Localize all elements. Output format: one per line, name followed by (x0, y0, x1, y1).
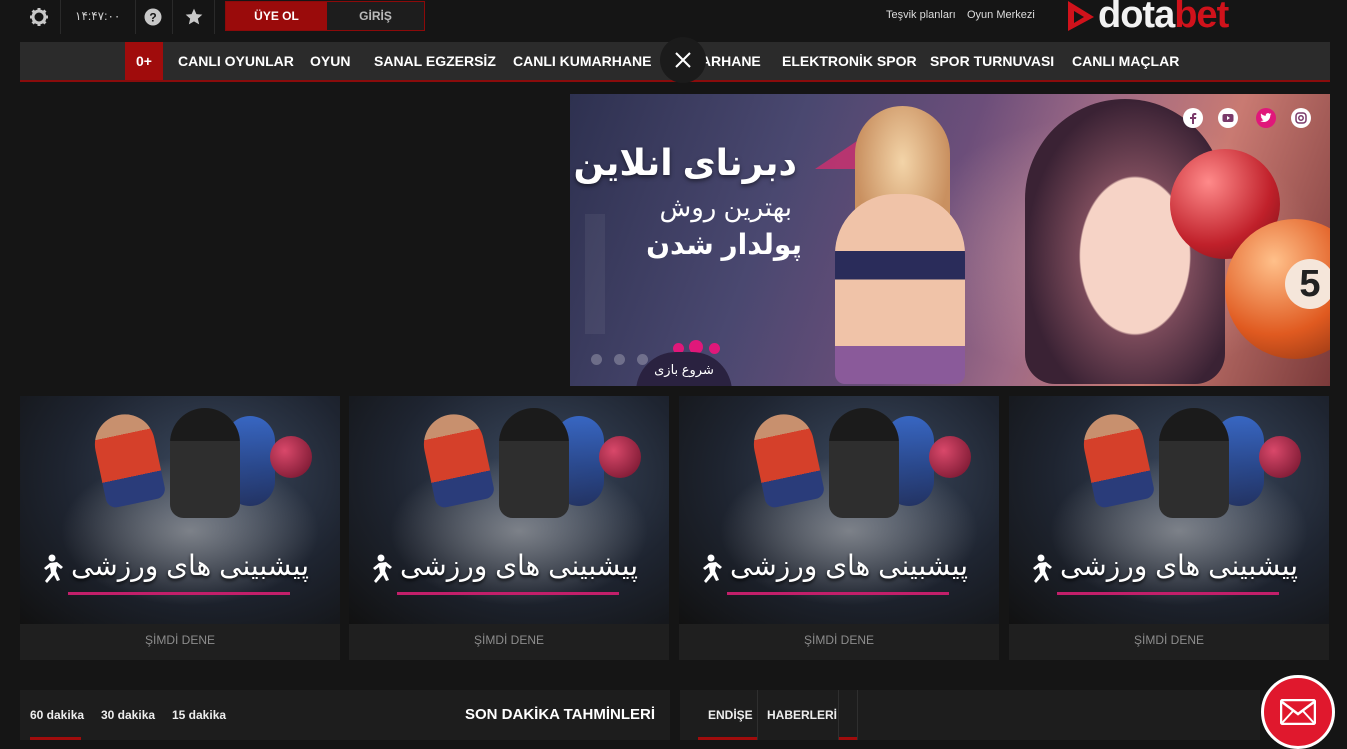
card-underline (1057, 592, 1279, 595)
twitter-icon[interactable] (1256, 108, 1276, 128)
tab-60-min[interactable]: 60 dakika (30, 708, 84, 722)
tab-15-min[interactable]: 15 dakika (172, 708, 226, 722)
card-title: پیشبینی های ورزشی (729, 550, 969, 581)
predictions-title: SON DAKİKA TAHMİNLERİ (465, 706, 655, 723)
card-image: پیشبینی های ورزشی (349, 396, 669, 624)
logo-text-dota: dota (1098, 0, 1175, 36)
tab-news[interactable]: HABERLERİ (767, 708, 837, 722)
close-button[interactable] (660, 37, 706, 83)
instagram-icon[interactable] (1291, 108, 1311, 128)
card-title: پیشبینی های ورزشی (399, 550, 639, 581)
card-underline (68, 592, 290, 595)
svg-text:?: ? (149, 11, 156, 25)
card-underline (397, 592, 619, 595)
tab-concern[interactable]: ENDİŞE (708, 708, 753, 722)
carousel-dot[interactable] (591, 354, 602, 365)
predictions-panel: 60 dakika 30 dakika 15 dakika SON DAKİKA… (20, 690, 670, 740)
try-now-link[interactable]: ŞİMDİ DENE (1009, 624, 1329, 660)
card-title: پیشبینی های ورزشی (70, 550, 310, 581)
nav-item-virtual[interactable]: SANAL EGZERSİZ (374, 42, 496, 80)
news-panel: ENDİŞE HABERLERİ (680, 690, 1260, 740)
try-now-link[interactable]: ŞİMDİ DENE (20, 624, 340, 660)
card-image: پیشبینی های ورزشی (679, 396, 999, 624)
sports-prediction-card[interactable]: پیشبینی های ورزشی ŞİMDİ DENE (1009, 396, 1329, 660)
facebook-icon[interactable] (1183, 108, 1203, 128)
tab-30-min[interactable]: 30 dakika (101, 708, 155, 722)
nav-item-age[interactable]: 0+ (125, 42, 163, 80)
banner-subtitle-2: پولدار شدن (646, 229, 802, 260)
nav-item-live-casino[interactable]: CANLI KUMARHANE (513, 42, 651, 80)
banner-title: دبرنای انلاین (573, 142, 797, 183)
dotabet-logo[interactable]: dota bet (1066, 0, 1229, 36)
help-icon[interactable]: ? (141, 5, 165, 29)
logo-text-bet: bet (1174, 0, 1229, 36)
banner-subtitle-1: بهترین روش (659, 192, 792, 222)
mail-icon (1280, 699, 1316, 725)
woman-body (835, 194, 965, 384)
nav-item-live-games[interactable]: CANLI OYUNLAR (178, 42, 294, 80)
login-button[interactable]: GİRİŞ (327, 2, 424, 30)
card-image: پیشبینی های ورزشی (20, 396, 340, 624)
sports-prediction-card[interactable]: پیشبینی های ورزشی ŞİMDİ DENE (20, 396, 340, 660)
logo-mark-icon (1066, 0, 1096, 33)
register-button[interactable]: ÜYE OL (226, 2, 327, 30)
try-now-link[interactable]: ŞİMDİ DENE (349, 624, 669, 660)
promo-banner[interactable]: 5 دبرنای انلاین بهترین روش پولدار شدن شر… (570, 94, 1330, 386)
contact-mail-button[interactable] (1261, 675, 1335, 749)
try-now-link[interactable]: ŞİMDİ DENE (679, 624, 999, 660)
top-bar: ۱۴:۴۷:۰۰ ? ÜYE OL GİRİŞ Teşvik planları … (0, 0, 1347, 36)
watermark-decoration-icon (585, 214, 605, 334)
carousel-dot[interactable] (709, 343, 720, 354)
nav-item-games[interactable]: OYUN (310, 42, 350, 80)
youtube-icon[interactable] (1218, 108, 1238, 128)
star-icon[interactable] (182, 5, 206, 29)
clock: ۱۴:۴۷:۰۰ (75, 9, 121, 23)
gear-icon[interactable] (27, 5, 51, 29)
card-image: پیشبینی های ورزشی (1009, 396, 1329, 624)
sports-prediction-card[interactable]: پیشبینی های ورزشی ŞİMDİ DENE (679, 396, 999, 660)
nav-item-esports[interactable]: ELEKTRONİK SPOR (782, 42, 917, 80)
incentive-plans-link[interactable]: Teşvik planları (886, 9, 956, 21)
card-title: پیشبینی های ورزشی (1059, 550, 1299, 581)
close-icon (675, 52, 691, 68)
start-game-button[interactable]: شروع بازی (636, 352, 732, 386)
game-center-link[interactable]: Oyun Merkezi (967, 9, 1035, 21)
nav-item-tournament[interactable]: SPOR TURNUVASI (930, 42, 1054, 80)
auth-buttons: ÜYE OL GİRİŞ (225, 1, 425, 31)
nav-item-live-matches[interactable]: CANLI MAÇLAR (1072, 42, 1179, 80)
sports-prediction-card[interactable]: پیشبینی های ورزشی ŞİMDİ DENE (349, 396, 669, 660)
carousel-dot[interactable] (614, 354, 625, 365)
card-underline (727, 592, 949, 595)
